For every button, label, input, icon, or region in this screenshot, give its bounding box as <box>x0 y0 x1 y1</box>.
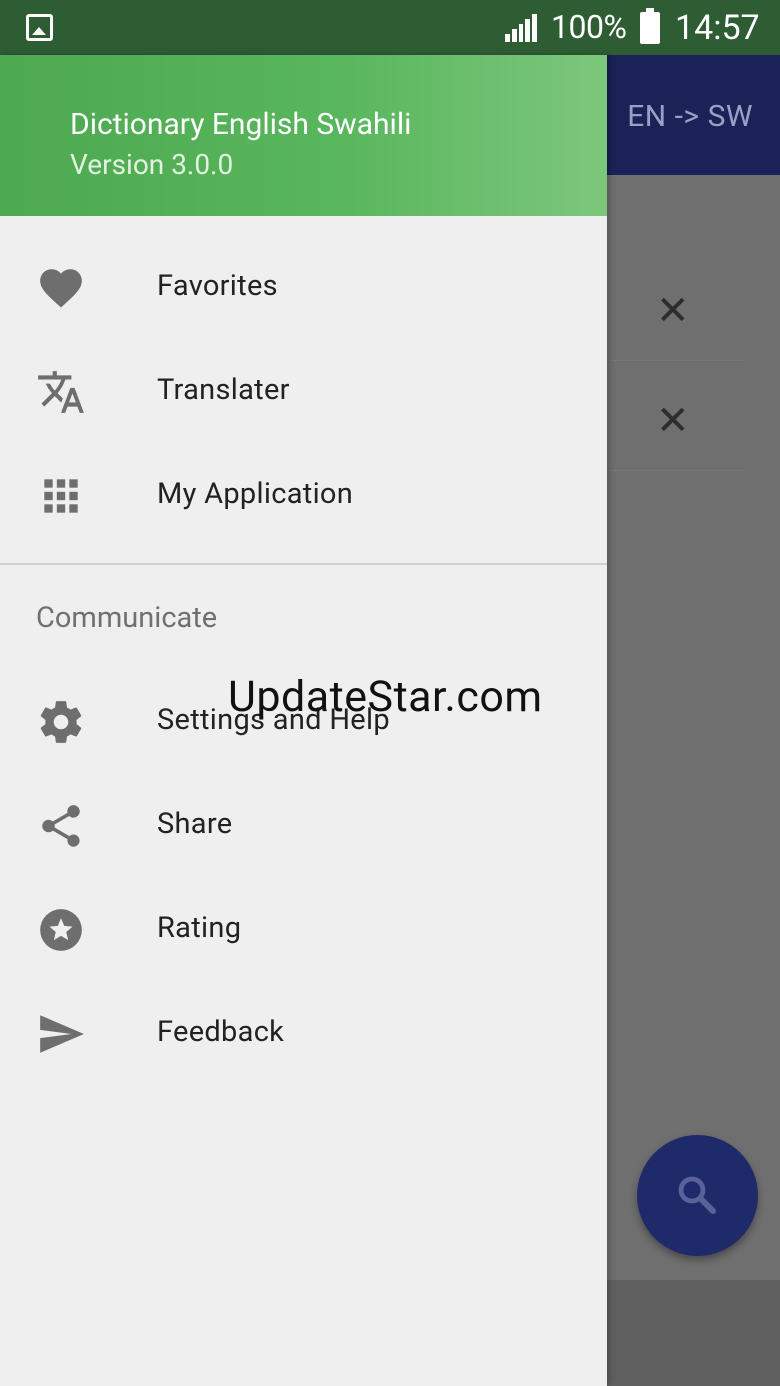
app-name: Dictionary English Swahili <box>70 107 412 142</box>
gallery-notification-icon <box>26 14 53 41</box>
drawer-header: Dictionary English Swahili Version 3.0.0 <box>0 55 607 216</box>
translate-icon <box>38 371 84 413</box>
menu-item-translater[interactable]: Translater <box>0 339 607 443</box>
menu-item-label: Rating <box>157 911 242 945</box>
language-pair-toggle[interactable]: EN -> SW <box>627 99 753 134</box>
menu-item-share[interactable]: Share <box>0 773 607 877</box>
menu-item-label: Translater <box>157 373 290 407</box>
star-icon <box>40 909 82 951</box>
apps-grid-icon <box>44 479 78 513</box>
clock: 14:57 <box>675 8 760 48</box>
heart-icon <box>40 269 82 308</box>
menu-item-feedback[interactable]: Feedback <box>0 981 607 1085</box>
send-icon <box>40 1015 84 1053</box>
clear-button[interactable]: ✕ <box>656 401 690 441</box>
signal-strength-icon <box>505 14 537 42</box>
drawer-divider <box>0 563 607 565</box>
menu-item-favorites[interactable]: Favorites <box>0 235 607 339</box>
battery-percentage: 100% <box>551 8 627 46</box>
gear-icon <box>40 701 82 743</box>
battery-icon <box>640 8 660 44</box>
status-bar: 100% 14:57 <box>0 0 780 55</box>
menu-item-label: My Application <box>157 477 354 511</box>
menu-item-label: Share <box>157 807 233 841</box>
list-item: ✕ <box>610 361 745 471</box>
app-version: Version 3.0.0 <box>70 148 234 181</box>
share-icon <box>42 805 80 847</box>
clear-button[interactable]: ✕ <box>656 291 690 331</box>
menu-item-label: Feedback <box>157 1015 285 1049</box>
menu-item-my-application[interactable]: My Application <box>0 443 607 547</box>
menu-item-label: Favorites <box>157 269 278 303</box>
search-fab-button[interactable] <box>637 1135 758 1256</box>
search-icon <box>678 1176 716 1214</box>
menu-item-rating[interactable]: Rating <box>0 877 607 981</box>
watermark-text: UpdateStar.com <box>228 672 543 722</box>
list-item: ✕ <box>610 251 745 361</box>
section-title-communicate: Communicate <box>36 601 218 635</box>
